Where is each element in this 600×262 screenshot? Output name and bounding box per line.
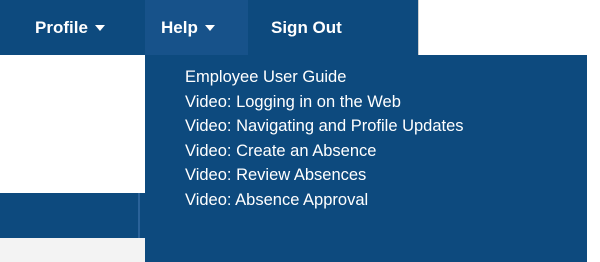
page-right-margin: [587, 55, 600, 262]
menu-item-video-absence-approval[interactable]: Video: Absence Approval: [145, 188, 587, 213]
help-dropdown-menu: Employee User Guide Video: Logging in on…: [145, 55, 587, 262]
menu-item-video-create-absence[interactable]: Video: Create an Absence: [145, 139, 587, 164]
header-blank-area: [418, 0, 600, 55]
content-row: [0, 238, 145, 262]
menu-item-video-logging-in[interactable]: Video: Logging in on the Web: [145, 90, 587, 115]
chevron-down-icon: [94, 24, 105, 31]
menu-item-video-review-absences[interactable]: Video: Review Absences: [145, 163, 587, 188]
header-divider: [418, 0, 419, 55]
nav-help[interactable]: Help: [145, 0, 248, 55]
band-divider: [138, 193, 140, 238]
content-header-band: [0, 193, 145, 238]
menu-item-employee-user-guide[interactable]: Employee User Guide: [145, 65, 587, 90]
nav-sign-out-label: Sign Out: [271, 17, 342, 37]
nav-profile-label: Profile: [35, 17, 88, 37]
nav-help-label: Help: [161, 17, 198, 37]
nav-profile[interactable]: Profile: [35, 0, 105, 55]
chevron-down-icon: [204, 24, 215, 31]
nav-sign-out[interactable]: Sign Out: [271, 0, 342, 55]
menu-item-video-navigating-profile[interactable]: Video: Navigating and Profile Updates: [145, 114, 587, 139]
